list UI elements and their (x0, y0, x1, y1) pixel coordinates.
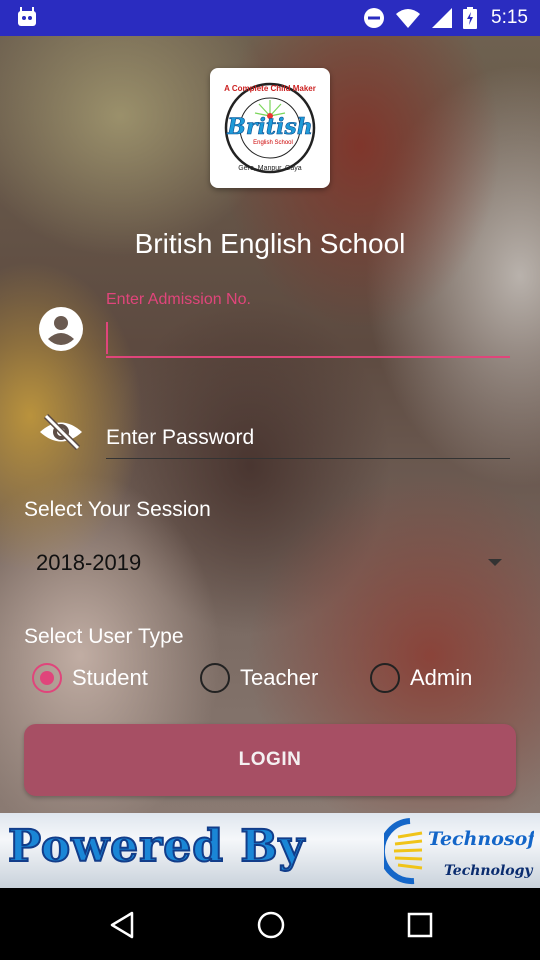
radio-admin-label: Admin (410, 665, 473, 690)
radio-admin[interactable]: Admin (370, 660, 472, 696)
radio-student[interactable]: Student (32, 660, 148, 696)
status-bar: 5:15 (0, 0, 540, 36)
recents-icon[interactable] (406, 911, 434, 939)
cell-signal-icon (432, 8, 453, 28)
dropdown-arrow-icon (488, 559, 502, 566)
admission-number-input[interactable] (106, 318, 510, 358)
home-icon[interactable] (256, 910, 286, 940)
battery-icon (463, 7, 478, 29)
logo-main-text: British (226, 114, 312, 140)
back-icon[interactable] (108, 910, 136, 940)
powered-by-text: Powered By (7, 820, 306, 873)
school-logo-emblem: British English School A Complete Child … (224, 82, 316, 174)
password-input[interactable]: Enter Password (106, 420, 510, 459)
radio-button-unchecked-icon (370, 663, 400, 693)
logo-sub-text: English School (253, 140, 293, 146)
technosoft-logo: Technosoft Technology (384, 818, 534, 885)
session-dropdown[interactable]: 2018-2019 (24, 540, 516, 586)
school-logo: British English School A Complete Child … (210, 68, 330, 188)
admission-number-label: Enter Admission No. (106, 291, 251, 308)
visibility-off-icon[interactable] (38, 409, 84, 455)
technosoft-brand-text: Technosoft (428, 828, 534, 850)
account-circle-icon (39, 307, 83, 351)
radio-button-unchecked-icon (200, 663, 230, 693)
radio-button-checked-icon (32, 663, 62, 693)
session-label: Select Your Session (24, 498, 211, 521)
logo-bottom-text: Gere, Manpur, Gaya (238, 165, 302, 172)
login-button[interactable]: LOGIN (24, 724, 516, 796)
technology-brand-text: Technology (444, 863, 533, 879)
session-selected-value: 2018-2019 (36, 550, 142, 575)
user-type-label: Select User Type (24, 625, 184, 648)
android-notification-icon (18, 7, 36, 26)
radio-teacher-label: Teacher (240, 665, 319, 690)
do-not-disturb-icon (364, 8, 385, 28)
school-name: British English School (134, 228, 406, 259)
text-cursor (106, 322, 108, 354)
clock: 5:15 (491, 7, 528, 28)
powered-by-banner: Powered By Technosoft Technology (0, 813, 540, 888)
logo-top-text: A Complete Child Maker (224, 84, 316, 93)
wifi-icon (396, 9, 421, 28)
radio-teacher[interactable]: Teacher (200, 660, 318, 696)
navigation-bar (0, 888, 540, 960)
radio-student-label: Student (72, 665, 148, 690)
